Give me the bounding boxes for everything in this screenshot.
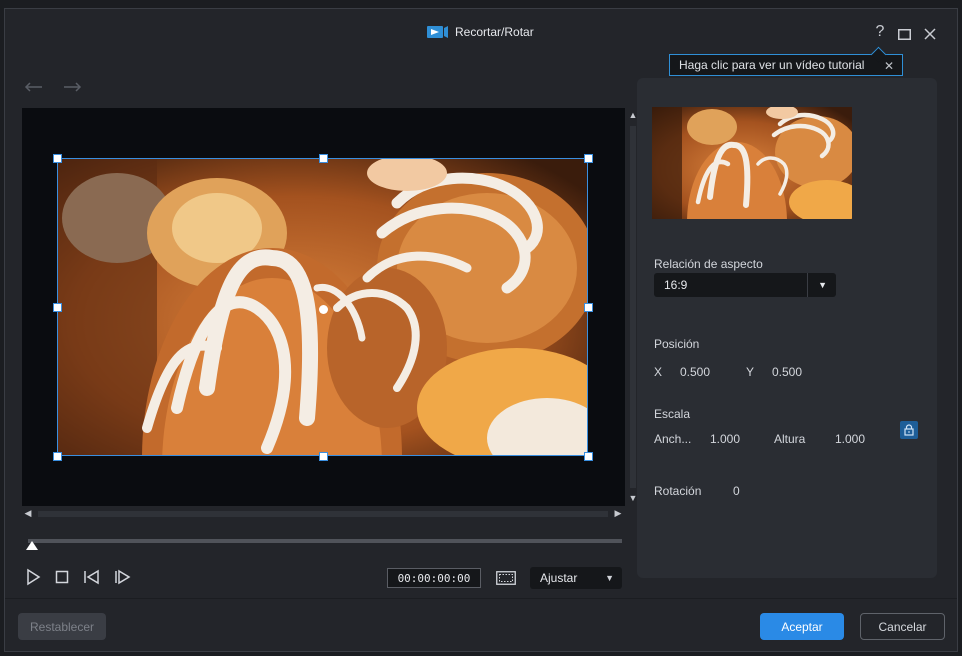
crop-handle-top[interactable] <box>319 154 328 163</box>
crop-handle-bottom-left[interactable] <box>53 452 62 461</box>
aspect-ratio-value: 16:9 <box>664 278 688 292</box>
crop-rotate-dialog: Recortar/Rotar ? Haga clic para ver un v… <box>4 8 958 652</box>
timeline-track[interactable] <box>28 539 622 543</box>
horizontal-scrollbar[interactable]: ◀ ▶ <box>22 508 625 520</box>
next-frame-icon[interactable] <box>113 568 131 586</box>
scale-height-label: Altura <box>774 432 806 446</box>
play-icon[interactable] <box>24 568 42 586</box>
properties-panel: Relación de aspecto 16:9 ▼ Posición X 0.… <box>637 78 937 578</box>
scale-width-label: Anch... <box>654 432 692 446</box>
horizontal-scroll-track[interactable] <box>38 511 608 517</box>
app-logo-icon <box>427 26 448 38</box>
timeline-playhead[interactable] <box>26 541 38 550</box>
undo-icon[interactable] <box>23 79 45 95</box>
position-y-label: Y <box>746 365 755 379</box>
fit-dropdown[interactable]: Ajustar ▼ <box>530 567 622 589</box>
thumbnail-preview <box>652 107 852 219</box>
tooltip-close-icon[interactable]: ✕ <box>884 59 894 73</box>
timeline-slider[interactable] <box>26 538 622 552</box>
dropdown-divider <box>807 273 808 297</box>
scroll-right-arrow-icon[interactable]: ▶ <box>612 508 624 520</box>
aspect-ratio-label: Relación de aspecto <box>654 257 763 271</box>
position-y-value[interactable]: 0.500 <box>772 365 802 379</box>
crop-handle-left[interactable] <box>53 303 62 312</box>
fit-dropdown-value: Ajustar <box>540 571 578 585</box>
crop-frame[interactable] <box>53 154 593 461</box>
cancel-button[interactable]: Cancelar <box>860 613 945 640</box>
stop-icon[interactable] <box>53 568 71 586</box>
scroll-left-arrow-icon[interactable]: ◀ <box>22 508 34 520</box>
crop-handle-bottom-right[interactable] <box>584 452 593 461</box>
window-title: Recortar/Rotar <box>427 25 534 39</box>
position-label: Posición <box>654 337 700 351</box>
chevron-down-icon: ▼ <box>605 573 614 583</box>
scale-height-value[interactable]: 1.000 <box>835 432 865 446</box>
position-x-label: X <box>654 365 663 379</box>
redo-icon[interactable] <box>61 79 83 95</box>
aspect-ratio-dropdown[interactable]: 16:9 ▼ <box>654 273 836 297</box>
crop-center-handle[interactable] <box>319 305 328 314</box>
timecode-display[interactable]: 00:00:00:00 <box>387 568 481 588</box>
vertical-scroll-track[interactable] <box>630 126 636 488</box>
scale-label: Escala <box>654 407 691 421</box>
crop-handle-bottom[interactable] <box>319 452 328 461</box>
lock-aspect-button[interactable] <box>900 421 918 439</box>
crop-handle-top-right[interactable] <box>584 154 593 163</box>
window-title-text: Recortar/Rotar <box>455 25 534 39</box>
previous-frame-icon[interactable] <box>83 568 101 586</box>
rotation-label: Rotación <box>654 484 702 498</box>
accept-button[interactable]: Aceptar <box>760 613 844 640</box>
lock-icon <box>904 424 914 436</box>
footer-divider <box>5 598 957 599</box>
help-icon[interactable]: ? <box>871 23 889 41</box>
scale-width-value[interactable]: 1.000 <box>710 432 740 446</box>
position-x-value[interactable]: 0.500 <box>680 365 710 379</box>
rotation-value[interactable]: 0 <box>733 484 740 498</box>
crop-handle-top-left[interactable] <box>53 154 62 163</box>
video-preview <box>22 108 625 506</box>
reset-button[interactable]: Restablecer <box>18 613 106 640</box>
chevron-down-icon: ▼ <box>818 280 827 290</box>
crop-handle-right[interactable] <box>584 303 593 312</box>
title-bar: Recortar/Rotar ? <box>5 9 957 58</box>
tooltip-text: Haga clic para ver un vídeo tutorial <box>679 58 865 72</box>
safe-zone-icon[interactable] <box>496 571 516 585</box>
close-icon[interactable] <box>921 25 939 43</box>
tutorial-tooltip[interactable]: Haga clic para ver un vídeo tutorial ✕ <box>669 54 903 76</box>
maximize-icon[interactable] <box>895 25 913 43</box>
